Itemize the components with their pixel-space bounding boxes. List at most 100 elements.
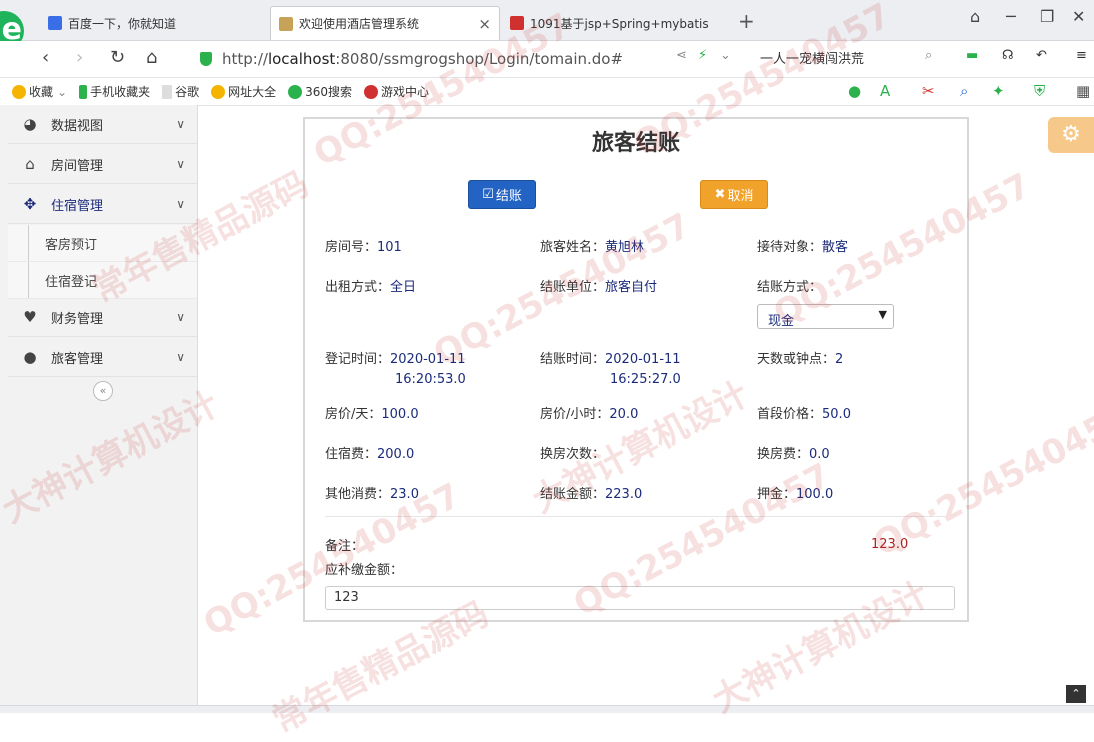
phone-icon (79, 84, 88, 99)
divider (325, 516, 945, 517)
forward-icon[interactable]: › (76, 47, 83, 68)
sidebar-item-guest-management[interactable]: ● 旅客管理 ∨ (8, 338, 197, 377)
chevron-down-icon: ∨ (176, 310, 185, 324)
sidebar-item-label: 旅客管理 (51, 351, 104, 367)
minimize-icon[interactable]: ─ (1006, 7, 1016, 26)
gear-icon[interactable]: ⚙ (1048, 117, 1094, 153)
pay-method-select[interactable]: 现金 ▼ (757, 304, 894, 329)
move-icon: ✥ (23, 195, 37, 213)
gamepad-icon[interactable]: ✦ (992, 82, 1005, 100)
menu-icon[interactable]: ≡ (1076, 48, 1087, 63)
field-total-amount: 结账金额：223.0 (540, 485, 642, 505)
shield-icon[interactable]: ⛨ (1034, 82, 1045, 100)
sidebar-subitem-check-in[interactable]: 住宿登记 (8, 262, 197, 299)
search-icon[interactable]: ⌕ (925, 48, 932, 63)
lightning-icon[interactable]: ⚡ (698, 48, 707, 63)
field-price-per-hour: 房价/小时：20.0 (540, 405, 638, 425)
sidebar-subitem-label: 客房预订 (45, 237, 98, 253)
bookmark-360[interactable]: 360搜索 (288, 83, 352, 100)
field-value: 全日 (390, 280, 417, 295)
back-to-top-button[interactable]: ⌃ (1066, 685, 1086, 703)
star-icon (12, 84, 26, 99)
field-value: 101 (377, 240, 402, 255)
remark-amount: 123.0 (871, 537, 909, 552)
sidebar-item-data-view[interactable]: ◕ 数据视图 ∨ (8, 105, 197, 144)
bookmark-sites[interactable]: 网址大全 (211, 83, 276, 100)
field-value: 20.0 (609, 407, 639, 422)
sidebar-item-lodging-management[interactable]: ✥ 住宿管理 ∨ (8, 185, 197, 224)
chevron-down-icon: ∨ (176, 197, 185, 211)
scissors-icon[interactable]: ✂ (922, 82, 935, 100)
shirt-icon[interactable]: ⌂ (970, 7, 980, 26)
dashboard-icon: ◕ (23, 115, 37, 133)
restore-icon[interactable]: ❐ (1040, 7, 1054, 26)
tab-label: 百度一下，你就知道 (68, 16, 177, 31)
tab-blog[interactable]: 1091基于jsp+Spring+mybatis (502, 6, 732, 40)
apps-grid-icon[interactable]: ▦ (1076, 82, 1090, 100)
back-icon[interactable]: ‹ (42, 47, 49, 68)
field-value: 223.0 (605, 487, 643, 502)
field-value: 散客 (822, 240, 849, 255)
field-lodging-fee: 住宿费：200.0 (325, 445, 414, 465)
sidebar-item-finance[interactable]: ♥ 财务管理 ∨ (8, 298, 197, 337)
battery-icon[interactable]: ▬ (966, 48, 978, 63)
bookmark-mobile[interactable]: 手机收藏夹 (79, 83, 150, 100)
page-icon (279, 16, 293, 31)
field-value-time: 16:25:27.0 (610, 372, 681, 387)
headphones-icon[interactable]: ☊ (1002, 48, 1014, 63)
bookmark-favorites[interactable]: 收藏 ⌄ (12, 83, 67, 100)
checkout-button[interactable]: ☑ 结账 (468, 180, 536, 209)
sidebar-collapse-button[interactable]: « (93, 381, 113, 401)
field-price-per-day: 房价/天：100.0 (325, 405, 419, 425)
translate-icon[interactable]: A (880, 82, 890, 100)
bookmark-google[interactable]: 谷歌 (162, 83, 199, 100)
bookmark-label: 收藏 (29, 85, 54, 99)
field-days-or-hours: 天数或钟点：2 (757, 350, 843, 370)
bookmark-games[interactable]: 游戏中心 (364, 83, 429, 100)
window-close-icon[interactable]: ✕ (1072, 7, 1085, 26)
url-prefix: http:// (222, 50, 268, 68)
pay-due-input[interactable]: 123 (325, 586, 955, 610)
field-room-no: 房间号：101 (325, 238, 402, 258)
checkout-label: 结账 (495, 189, 522, 204)
bookmarks-bar: 收藏 ⌄ 手机收藏夹 谷歌 网址大全 360搜索 游戏中心 ● A ✂ ⌕ ✦ ⛨… (0, 78, 1094, 106)
field-value: 100.0 (381, 407, 419, 422)
wechat-icon[interactable]: ● (848, 82, 861, 100)
field-label: 结账金额： (540, 487, 606, 502)
new-tab-button[interactable]: + (738, 9, 755, 33)
chevron-down-icon: ∨ (176, 350, 185, 364)
cancel-button[interactable]: ✖ 取消 (700, 180, 768, 209)
field-label: 结账单位： (540, 280, 606, 295)
field-label: 结账时间： (540, 352, 606, 367)
chevron-down-icon: ∨ (176, 157, 185, 171)
search-suggestion[interactable]: 一人一宠横闯洪荒 (760, 48, 864, 67)
sidebar-subitem-label: 住宿登记 (45, 274, 98, 290)
home-icon: ⌂ (25, 155, 35, 173)
share-icon[interactable]: ⋖ (676, 48, 687, 63)
field-value: 23.0 (390, 487, 419, 502)
baidu-icon (48, 16, 62, 30)
field-checkin-time: 登记时间：2020-01-11 16:20:53.0 (325, 350, 466, 390)
sidebar-subitem-room-booking[interactable]: 客房预订 (8, 225, 197, 262)
tab-baidu[interactable]: 百度一下，你就知道 (40, 6, 270, 40)
field-pay-method: 结账方式： (757, 278, 822, 298)
field-rent-mode: 出租方式：全日 (325, 278, 416, 298)
undo-icon[interactable]: ↶ (1036, 48, 1047, 63)
sidebar-item-label: 房间管理 (51, 158, 104, 174)
sidebar-item-room-management[interactable]: ⌂ 房间管理 ∨ (8, 145, 197, 184)
tab-label: 1091基于jsp+Spring+mybatis (530, 16, 709, 31)
tree-line (28, 225, 29, 261)
tab-hotel-system[interactable]: 欢迎使用酒店管理系统 × (270, 6, 500, 40)
sidebar-item-label: 住宿管理 (51, 198, 104, 214)
refresh-icon[interactable]: ↻ (110, 47, 125, 68)
field-deposit: 押金：100.0 (757, 485, 833, 505)
chevron-down-icon[interactable]: ⌄ (720, 48, 731, 63)
home-icon[interactable]: ⌂ (146, 47, 157, 68)
sidebar: ◕ 数据视图 ∨ ⌂ 房间管理 ∨ ✥ 住宿管理 ∨ 客房预订 住宿登记 ♥ 财… (0, 105, 198, 712)
search-icon[interactable]: ⌕ (960, 82, 968, 100)
select-value: 现金 (768, 314, 795, 329)
pay-due-label: 应补缴金额： (325, 563, 404, 578)
field-label: 其他消费： (325, 487, 391, 502)
close-icon[interactable]: × (478, 15, 491, 33)
check-icon: ☑ (482, 187, 494, 202)
